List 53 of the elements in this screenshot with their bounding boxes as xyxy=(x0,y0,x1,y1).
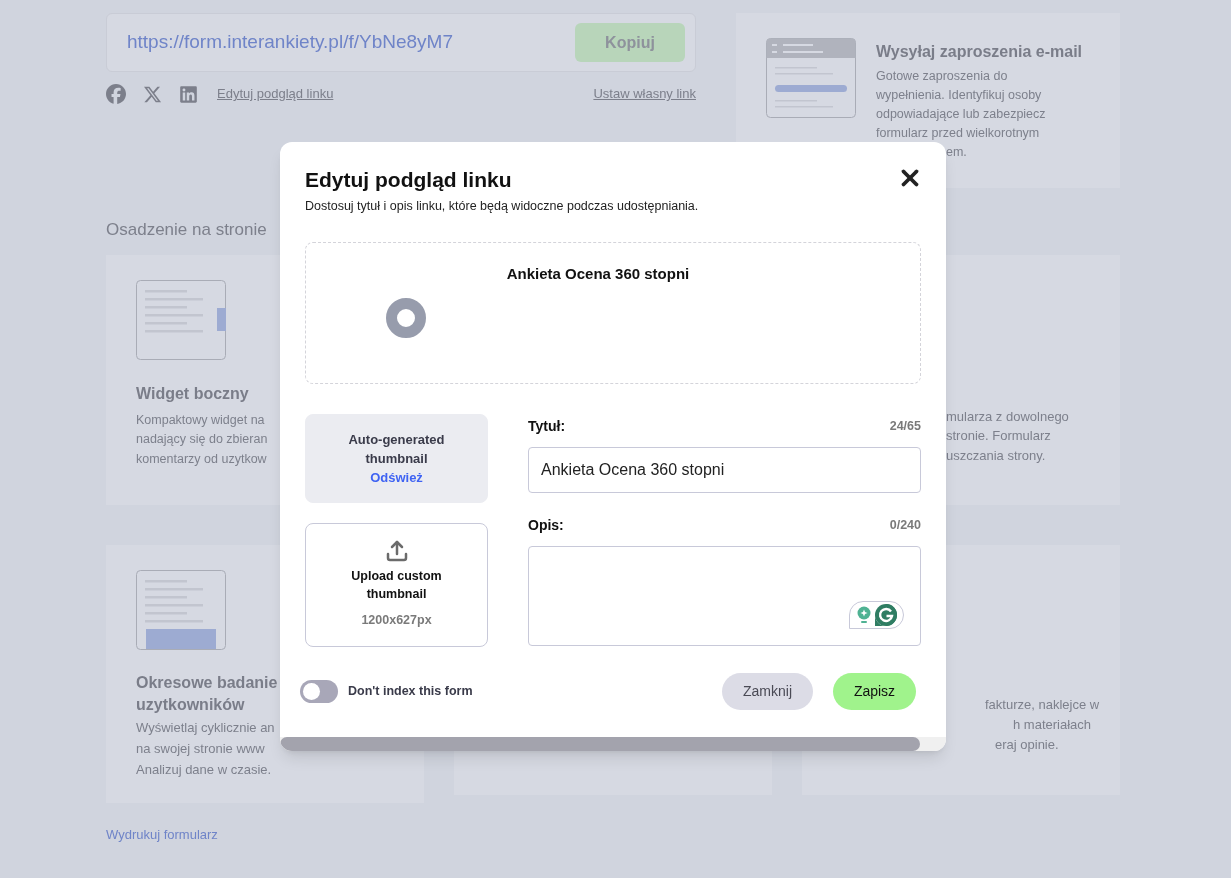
description-line: em. xyxy=(946,145,967,159)
toggle-label: Don't index this form xyxy=(348,682,473,700)
g-logo-icon xyxy=(874,603,897,626)
description-line: nadający się do zbieran xyxy=(136,432,268,446)
description-line: formularz przed wielkorotnym xyxy=(876,126,1040,140)
description-field[interactable] xyxy=(528,545,921,646)
description-line: eraj opinie. xyxy=(995,736,1059,752)
description-line: h materiałach xyxy=(1013,716,1092,732)
loading-ring-icon xyxy=(386,298,426,339)
lightbulb-icon xyxy=(856,605,871,624)
print-link[interactable]: Wydrukuj formularz xyxy=(106,824,218,844)
preview-title: Ankieta Ocena 360 stopni xyxy=(505,263,691,284)
description-line: uszczania strony. xyxy=(946,447,1046,463)
card-title: uzytkowników xyxy=(136,695,245,713)
description-line: stronie. Formularz xyxy=(946,428,1051,443)
description-line: fakturze, naklejce w xyxy=(985,696,1100,712)
save-button[interactable]: Zapisz xyxy=(833,672,916,710)
x-icon[interactable] xyxy=(143,84,162,104)
custom-link[interactable]: Ustaw własny link xyxy=(593,84,696,104)
upload-icon xyxy=(384,539,409,564)
description-line: komentarzy od uzytkow xyxy=(136,451,267,466)
description-line: odpowiadające lub zabezpiecz xyxy=(876,107,1046,121)
link-field[interactable]: https://form.interankiety.pl/f/YbNe8yM7 Kopiuj xyxy=(106,13,696,72)
close-dialog-button[interactable]: Zamknij xyxy=(722,672,813,710)
field-label: Tytuł: xyxy=(528,416,566,436)
description-line: Wyświetlaj cyklicznie an xyxy=(136,719,275,735)
card-title: Widget boczny xyxy=(136,383,250,404)
url-text: https://form.interankiety.pl/f/YbNe8yM7 xyxy=(127,30,453,55)
description-line: Gotowe zaproszenia do xyxy=(876,69,1008,83)
character-counter: 24/65 xyxy=(889,417,921,435)
card-title: Wysyłaj zaproszenia e-mail xyxy=(876,42,1082,62)
size-hint: 1200x627px xyxy=(361,612,432,630)
description-line: wypełnienia. Identyfikuj osoby xyxy=(876,88,1042,102)
option-label: Upload custom thumbnail xyxy=(350,568,443,604)
thumbnail-option[interactable]: Auto-generated thumbnail Odśwież xyxy=(305,413,488,503)
edit-preview-link[interactable]: Edytuj podgląd linku xyxy=(217,84,334,104)
title-field[interactable]: Ankieta Ocena 360 stopni xyxy=(528,446,921,493)
linkedin-icon[interactable] xyxy=(179,84,198,104)
description-line: na swojej stronie www xyxy=(136,740,265,756)
description-line: Analizuj dane w czasie. xyxy=(136,761,272,777)
card-title: Okresowe badanie xyxy=(136,673,278,691)
option-label: Auto-generated thumbnail xyxy=(347,430,446,468)
toggle-switch[interactable] xyxy=(300,679,338,703)
dialog-subtitle: Dostosuj tytuł i opis linku, które będą widoczne podczas udostępniania. xyxy=(305,198,700,215)
character-counter: 0/240 xyxy=(889,516,921,534)
facebook-icon[interactable] xyxy=(106,84,126,104)
description-line: mularza z dowolnego xyxy=(946,408,1069,424)
thumbnail-option[interactable]: Upload custom thumbnail 1200x627px xyxy=(305,522,488,647)
field-label: Opis: xyxy=(528,515,564,535)
section-heading: Osadzenie na stronie xyxy=(106,219,268,241)
description-line: Kompaktowy widget na xyxy=(136,412,265,427)
refresh-link[interactable]: Odśwież xyxy=(370,467,423,487)
dialog-title: Edytuj podgląd linku xyxy=(305,167,512,193)
